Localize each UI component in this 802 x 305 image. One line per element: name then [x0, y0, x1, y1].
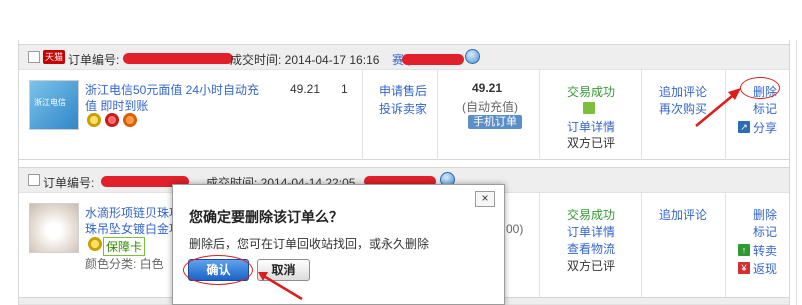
- annotation-arrow: [261, 273, 303, 301]
- annotation-arrows: [258, 88, 741, 301]
- annotation-arrow: [695, 91, 738, 127]
